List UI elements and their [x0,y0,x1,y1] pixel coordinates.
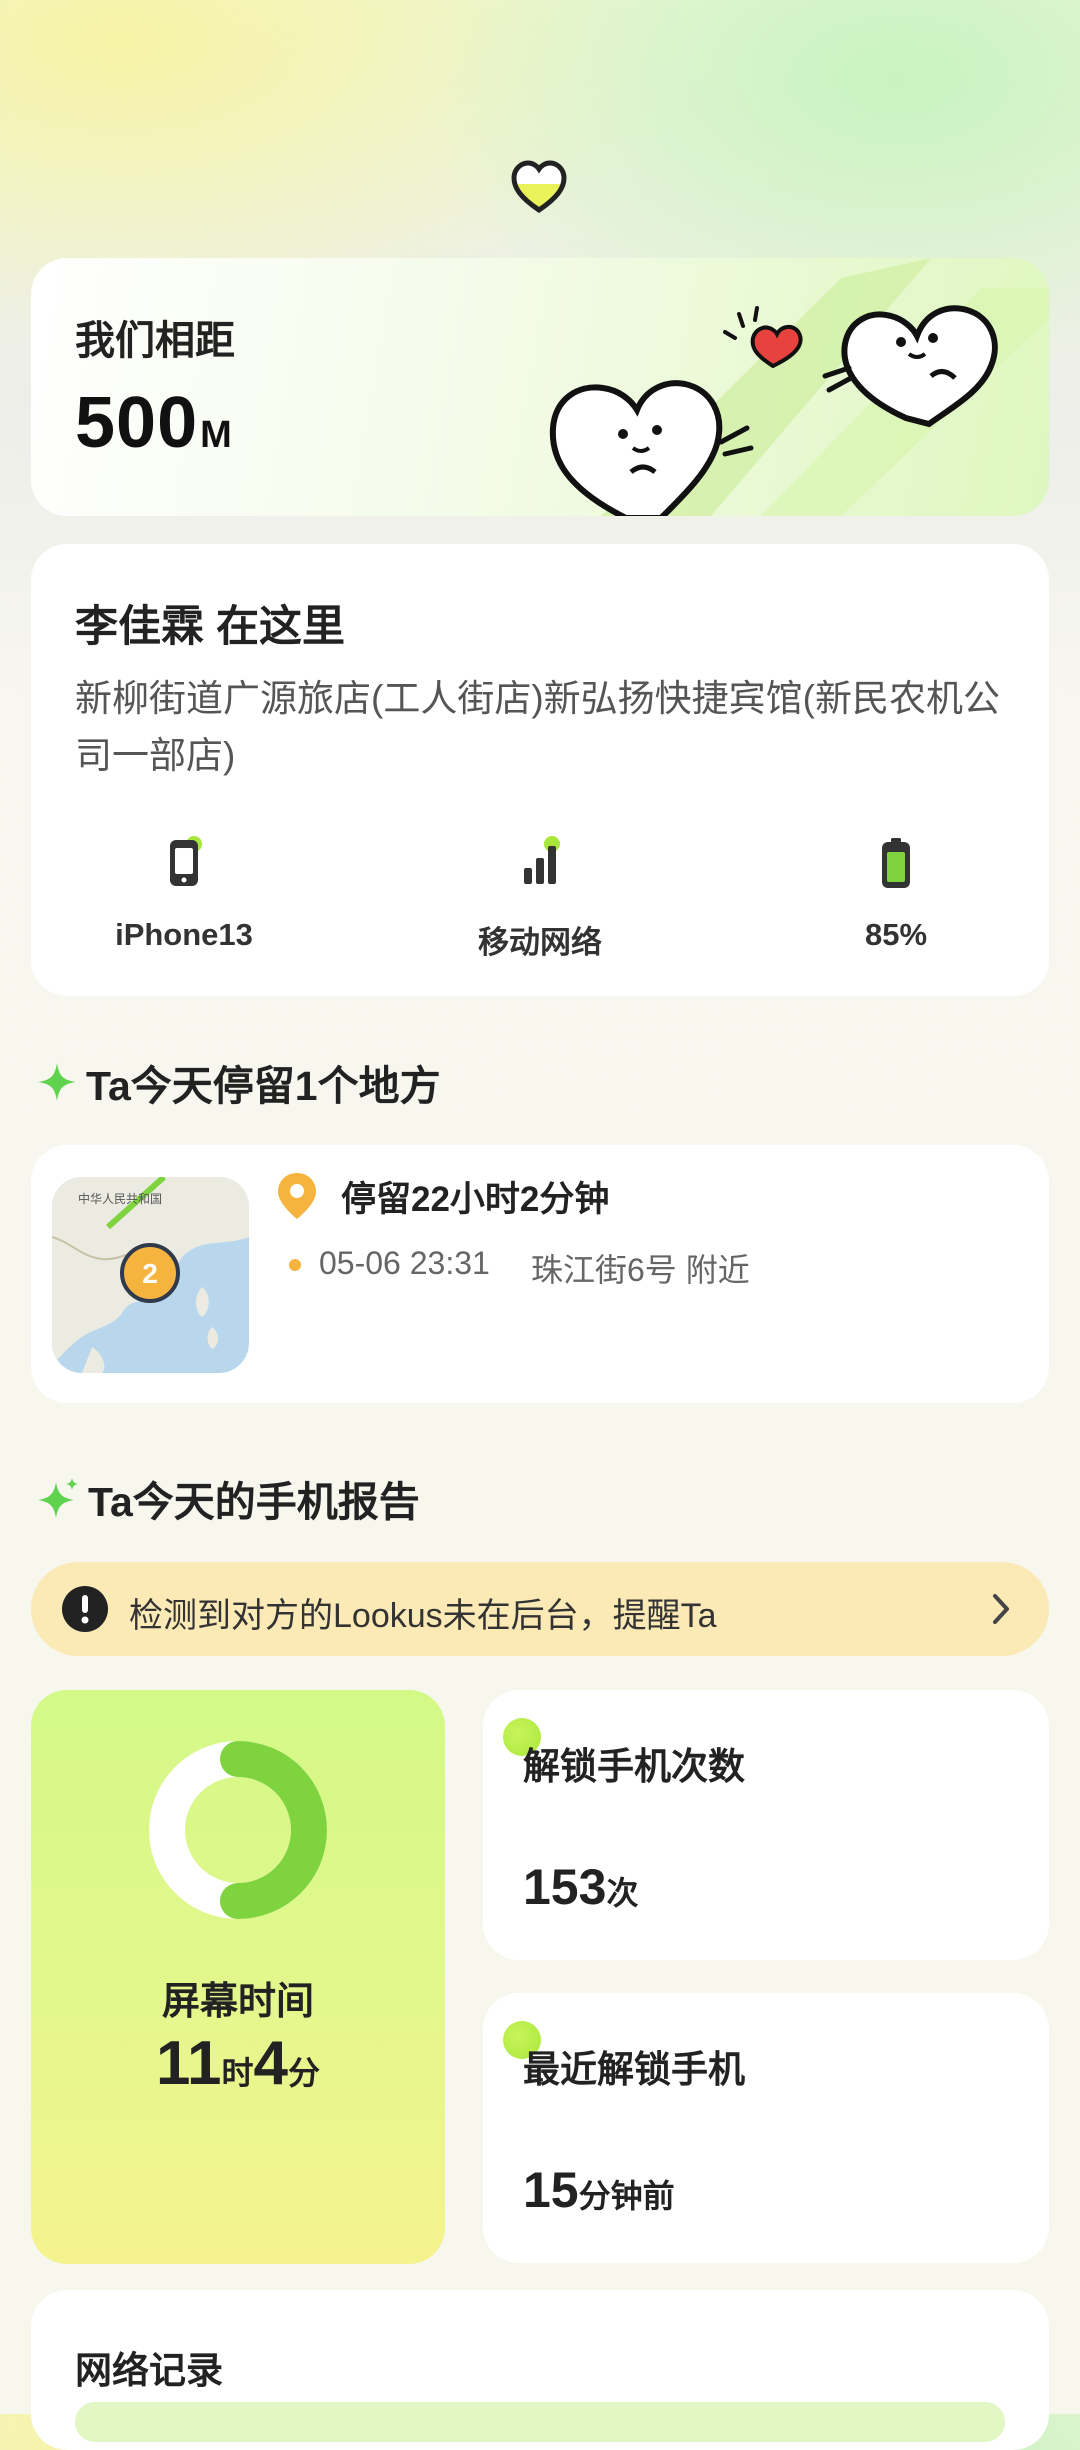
last-unlock-card[interactable]: 最近解锁手机 15分钟前 [483,1993,1049,2263]
last-unlock-value: 15分钟前 [523,2161,675,2219]
network-stat: 移动网络 [420,834,660,962]
map-cluster-badge: 2 [142,1258,158,1289]
map-thumbnail[interactable]: 中华人民共和国 2 [52,1177,249,1373]
phone-icon [170,836,202,886]
location-pin-icon [278,1173,316,1219]
report-section-title-text: Ta今天的手机报告 [88,1479,420,1525]
last-unlock-title: 最近解锁手机 [523,2049,745,2090]
network-log-preview [75,2402,1005,2442]
screen-time-label: 屏幕时间 [161,1981,314,2023]
stay-section-title-text: Ta今天停留1个地方 [86,1063,441,1109]
stay-section-title: Ta今天停留1个地方 [36,1052,441,1112]
device-stat: iPhone13 [64,834,304,953]
timeline-dot [289,1259,301,1271]
sparkle-icon [38,1478,78,1518]
distance-title: 我们相距 [75,319,235,363]
screen-time-value: 11时4分 [31,2028,445,2099]
stay-card[interactable]: 中华人民共和国 2 停留22小时2分钟 05-06 23:31 珠江街6号 附近 [31,1145,1049,1403]
map-country-label: 中华人民共和国 [78,1191,162,1206]
notice-text: 检测到对方的Lookus未在后台，提醒Ta [129,1597,717,1635]
report-section-title: Ta今天的手机报告 [36,1468,420,1528]
device-label: iPhone13 [115,917,253,952]
battery-label: 85% [864,917,928,952]
alert-icon [62,1586,108,1632]
screen-time-ring-chart [149,1741,327,1919]
screen-time-hours-unit: 时 [221,2055,254,2091]
screen-time-hours: 11 [155,2029,222,2098]
stay-duration: 停留22小时2分钟 [341,1180,610,1219]
signal-icon [524,836,560,884]
distance-value: 500M [75,382,233,464]
unlock-count-title: 解锁手机次数 [523,1746,745,1787]
battery-stat: 85% [776,834,1016,953]
distance-card: 我们相距 500M [31,258,1049,516]
unlock-count-value: 153次 [523,1858,638,1916]
heart-logo-icon [511,160,567,214]
last-unlock-number: 15 [523,2162,579,2218]
background-reminder-banner[interactable]: 检测到对方的Lookus未在后台，提醒Ta [31,1562,1049,1656]
battery-icon [882,838,910,888]
screen-time-minutes: 4 [253,2029,289,2098]
stay-time: 05-06 23:31 [319,1245,490,1281]
network-log-card[interactable]: 网络记录 [31,2290,1049,2450]
stay-place: 珠江街6号 附近 [531,1252,750,1288]
chevron-right-icon[interactable] [987,1592,1015,1626]
last-unlock-unit: 分钟前 [578,2178,675,2214]
unlock-count-number: 153 [523,1859,607,1915]
couple-hearts-illustration [549,258,1049,516]
network-label: 移动网络 [478,925,602,960]
distance-number: 500 [75,383,199,463]
screen-time-minutes-unit: 分 [288,2055,321,2091]
distance-unit: M [200,414,233,456]
unlock-count-unit: 次 [606,1875,639,1911]
screen-time-card[interactable]: 屏幕时间 11时4分 [31,1690,445,2264]
partner-location-title: 李佳霖 在这里 [75,603,345,651]
location-card: 李佳霖 在这里 新柳街道广源旅店(工人街店)新弘扬快捷宾馆(新民农机公司一部店)… [31,544,1049,996]
sparkle-icon [38,1063,76,1101]
unlock-count-card[interactable]: 解锁手机次数 153次 [483,1690,1049,1960]
location-address: 新柳街道广源旅店(工人街店)新弘扬快捷宾馆(新民农机公司一部店) [75,678,1000,776]
network-log-title: 网络记录 [75,2350,223,2391]
